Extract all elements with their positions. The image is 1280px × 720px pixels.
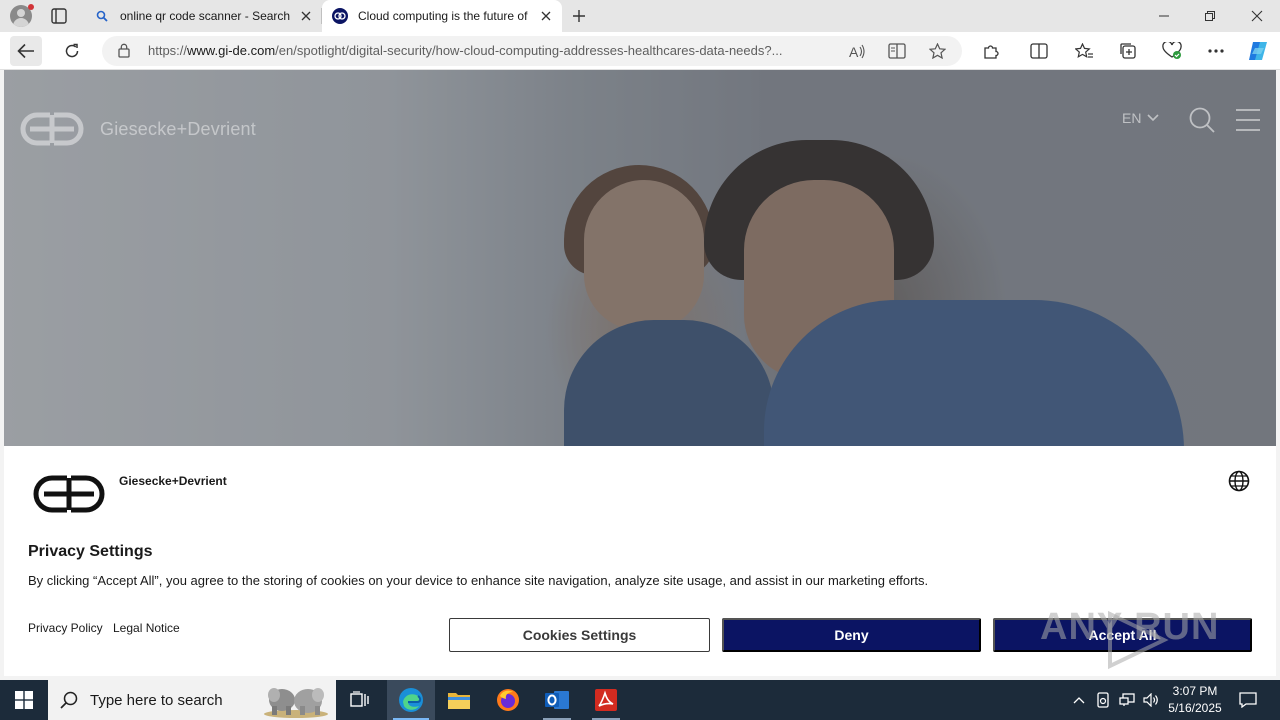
network-icon[interactable] [1116,680,1138,720]
close-tab-icon[interactable] [298,8,314,24]
outlook-icon[interactable] [533,680,581,720]
clock-time: 3:07 PM [1172,684,1218,698]
search-icon [60,691,78,709]
favorites-icon[interactable] [1068,36,1100,66]
tab-title: online qr code scanner - Search [120,9,290,23]
read-aloud-icon[interactable]: A [848,42,866,60]
windows-taskbar: Type here to search 3:07 PM 5/16/2025 [0,680,1280,720]
anyrun-play-icon [1108,610,1169,670]
url-path: /en/spotlight/digital-security/how-cloud… [275,43,783,58]
more-menu-icon[interactable] [1200,36,1232,66]
gd-logo-icon [33,475,105,513]
legal-notice-link[interactable]: Legal Notice [113,621,180,635]
restore-icon[interactable] [1187,0,1233,32]
edge-taskbar-icon[interactable] [387,680,435,720]
task-view-icon[interactable] [336,680,384,720]
language-globe-icon[interactable] [1228,470,1250,497]
notification-dot-icon [28,4,34,10]
site-brand-name: Giesecke+Devrient [100,118,256,139]
immersive-reader-icon[interactable] [888,42,906,60]
search-placeholder: Type here to search [90,691,223,709]
address-bar[interactable]: https://www.gi-de.com/en/spotlight/digit… [102,36,962,66]
minimize-icon[interactable] [1141,0,1187,32]
back-icon[interactable] [10,36,42,66]
extensions-icon[interactable] [975,36,1007,66]
language-selector[interactable]: EN [1122,110,1160,126]
search-icon [94,8,110,24]
system-clock[interactable]: 3:07 PM 5/16/2025 [1160,683,1230,717]
split-screen-icon[interactable] [1023,36,1055,66]
show-hidden-icons-chevron-icon[interactable] [1068,680,1090,720]
notification-center-icon[interactable] [1234,680,1262,720]
gd-logo-icon [332,8,348,24]
volume-icon[interactable] [1140,680,1162,720]
close-window-icon[interactable] [1234,0,1280,32]
elephants-search-highlight-icon [264,688,328,718]
taskbar-search-box[interactable]: Type here to search [48,680,336,720]
banner-brand-name: Giesecke+Devrient [119,474,227,488]
url-text[interactable]: https://www.gi-de.com/en/spotlight/digit… [148,43,838,58]
gd-logo-icon [20,112,84,146]
device-tray-icon[interactable] [1092,680,1114,720]
copilot-icon[interactable] [1242,36,1274,66]
clock-date: 5/16/2025 [1168,701,1222,715]
collections-icon[interactable] [1112,36,1144,66]
lock-icon[interactable] [118,43,130,63]
language-label: EN [1122,110,1142,126]
privacy-description: By clicking “Accept All”, you agree to t… [28,573,929,588]
tab-title: Cloud computing is the future of [358,9,528,23]
privacy-policy-link[interactable]: Privacy Policy [28,621,103,635]
tab-strip: online qr code scanner - Search Cloud co… [0,0,1280,32]
acrobat-reader-icon[interactable] [582,680,630,720]
chevron-down-icon [1147,114,1160,122]
cookies-settings-button[interactable]: Cookies Settings [449,618,710,652]
browser-essentials-icon[interactable] [1156,36,1188,66]
url-scheme: https:// [148,43,188,58]
file-explorer-icon[interactable] [435,680,483,720]
cookie-consent-banner: Giesecke+Devrient Privacy Settings By cl… [4,446,1276,676]
close-tab-icon[interactable] [538,8,554,24]
banner-logo [32,474,106,519]
start-windows-icon[interactable] [0,680,48,720]
url-domain: www.gi-de.com [187,43,276,58]
refresh-icon[interactable] [56,36,88,66]
site-logo[interactable]: Giesecke+Devrient [18,110,256,148]
deny-button[interactable]: Deny [722,618,981,652]
tab-actions-icon[interactable] [50,7,68,25]
privacy-settings-title: Privacy Settings [28,543,153,560]
favorite-star-icon[interactable] [928,42,946,60]
hamburger-menu-icon[interactable] [1234,108,1262,137]
site-search-icon[interactable] [1188,106,1216,139]
svg-text:A: A [849,44,859,59]
new-tab-icon[interactable] [569,6,589,26]
firefox-icon[interactable] [484,680,532,720]
browser-toolbar: https://www.gi-de.com/en/spotlight/digit… [0,32,1280,70]
tab-active-article[interactable]: Cloud computing is the future of [322,0,562,32]
tab-search[interactable]: online qr code scanner - Search [84,0,322,32]
